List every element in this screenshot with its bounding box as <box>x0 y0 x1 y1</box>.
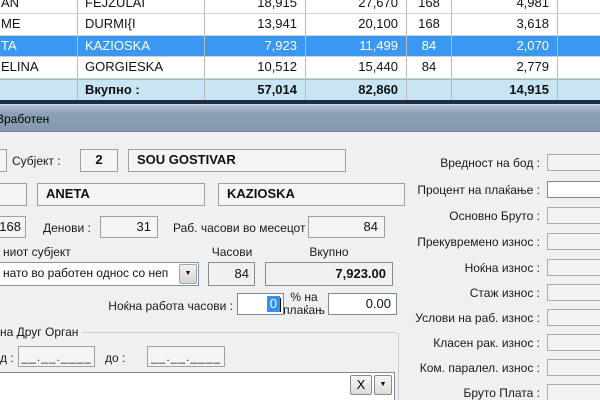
amount-label: Прекувремено износ : <box>380 235 540 249</box>
cell-amount3: 2,779 <box>452 57 558 78</box>
cell-name: TA <box>0 36 78 57</box>
night-hours-label: Ноќна работа часови : <box>70 299 233 313</box>
amount-label: Класен рак. износ : <box>380 336 540 350</box>
amount-label: Ком. паралел. износ : <box>380 361 540 375</box>
cell-amount2: 20,100 <box>306 14 407 35</box>
cell-amount2: 11,499 <box>306 36 407 57</box>
cell-amount3: 2,070 <box>452 36 558 57</box>
cell-surname: FEJZULAI <box>78 0 205 13</box>
first-name-field[interactable]: ANETA <box>37 183 205 206</box>
cell-surname: DURMI{I <box>78 14 205 35</box>
last-name-field[interactable]: KAZIOSKA <box>218 183 405 206</box>
cell-hours: 168 <box>407 14 452 35</box>
cell-extra <box>558 36 600 57</box>
month-hours-label: Раб. часови во месецот : <box>173 221 312 235</box>
work-relation-text: нато во работен однос со неп <box>3 266 168 280</box>
cell-name <box>0 80 78 100</box>
amount-field[interactable] <box>547 359 600 376</box>
table-row[interactable]: ELINA GORGIESKA 10,512 15,440 84 2,779 <box>0 57 600 79</box>
app-window: AN FEJZULAI 18,915 27,670 168 4,981 ME D… <box>0 0 600 400</box>
hours-header: Часови <box>208 245 256 259</box>
relation-total-field[interactable]: 7,923.00 <box>265 262 393 286</box>
cell-amount3: 4,981 <box>452 0 558 13</box>
days-label: Денови : <box>43 221 91 235</box>
amount-label: Процент на плаќање : <box>380 183 540 197</box>
table-row[interactable]: TA KAZIOSKA 7,923 11,499 84 2,070 <box>0 36 600 58</box>
work-relation-combobox[interactable]: нато во работен однос со неп ▼ <box>0 262 199 286</box>
amount-label: Услови на раб. износ : <box>380 311 540 325</box>
chevron-down-icon[interactable]: ▼ <box>179 264 197 284</box>
amount-field[interactable] <box>547 284 600 301</box>
subject-name-field[interactable]: SOU GOSTIVAR <box>128 149 346 172</box>
cell-amount1: 13,941 <box>205 14 306 35</box>
cell-surname: KAZIOSKA <box>78 36 205 57</box>
cell-surname: GORGIESKA <box>78 57 205 78</box>
cell-hours: 84 <box>407 57 452 78</box>
clear-icon[interactable]: X <box>350 375 372 395</box>
amount-field[interactable] <box>547 384 600 400</box>
cell-amount3: 14,915 <box>452 80 558 100</box>
days-field[interactable]: 31 <box>100 216 158 238</box>
other-organ-label: на Друг Орган <box>0 325 82 339</box>
clipped-field-left-1[interactable] <box>0 149 7 172</box>
clipped-field-left-2[interactable] <box>0 183 27 206</box>
date-from-label: д : <box>0 351 14 365</box>
subject-label: Субјект : <box>12 154 61 168</box>
relation-hours-field[interactable]: 84 <box>208 262 255 286</box>
amount-label: Основно Бруто : <box>380 209 540 223</box>
employee-table: AN FEJZULAI 18,915 27,670 168 4,981 ME D… <box>0 0 600 101</box>
amount-field[interactable] <box>547 181 600 198</box>
cell-amount1: 7,923 <box>205 36 306 57</box>
cell-amount1: 57,014 <box>205 80 306 100</box>
date-to-input[interactable]: __.__.____ <box>147 346 225 367</box>
amount-label: Бруто Плата : <box>380 386 540 400</box>
cell-extra <box>558 14 600 35</box>
amount-field[interactable] <box>547 259 600 276</box>
cell-surname: Вкупно : <box>78 80 205 100</box>
dialog-title: Вработен <box>0 112 49 126</box>
table-row[interactable]: AN FEJZULAI 18,915 27,670 168 4,981 <box>0 0 600 14</box>
cell-amount1: 10,512 <box>205 57 306 78</box>
subject-desc-label: ниот субјект <box>3 245 71 259</box>
cell-hours: 168 <box>407 0 452 13</box>
cell-name: AN <box>0 0 78 13</box>
total-header: Вкупно <box>265 245 393 259</box>
night-hours-input[interactable]: 0 <box>237 293 284 315</box>
cell-hours <box>407 80 452 100</box>
cell-hours: 84 <box>407 36 452 57</box>
amount-field[interactable] <box>547 334 600 351</box>
cell-amount2: 15,440 <box>306 57 407 78</box>
dialog-titlebar[interactable]: Вработен <box>0 104 600 132</box>
total-hours-field[interactable]: 168 <box>0 216 26 238</box>
amount-field[interactable] <box>547 154 600 171</box>
amount-field[interactable] <box>547 233 600 250</box>
pct-label: % наплаќањ <box>281 291 327 317</box>
amount-label: Стаж износ : <box>380 286 540 300</box>
table-total-row: Вкупно : 57,014 82,860 14,915 <box>0 79 600 101</box>
table-row[interactable]: ME DURMI{I 13,941 20,100 168 3,618 <box>0 14 600 36</box>
amount-field[interactable] <box>547 207 600 224</box>
month-hours-field[interactable]: 84 <box>308 216 385 238</box>
amount-field[interactable] <box>547 309 600 326</box>
amount-label: Ноќна износ : <box>380 261 540 275</box>
cell-extra <box>558 0 600 13</box>
cell-name: ELINA <box>0 57 78 78</box>
cell-name: ME <box>0 14 78 35</box>
selected-text: 0 <box>267 296 280 312</box>
date-from-input[interactable]: __.__.____ <box>18 346 95 367</box>
cell-amount3: 3,618 <box>452 14 558 35</box>
subject-code-field[interactable]: 2 <box>80 149 118 172</box>
organ-combobox-input[interactable] <box>0 372 395 400</box>
date-to-label: до : <box>105 351 125 365</box>
amount-label: Вредност на бод : <box>380 156 540 170</box>
cell-amount2: 27,670 <box>306 0 407 13</box>
cell-amount1: 18,915 <box>205 0 306 13</box>
cell-extra <box>558 80 600 100</box>
cell-extra <box>558 57 600 78</box>
cell-amount2: 82,860 <box>306 80 407 100</box>
